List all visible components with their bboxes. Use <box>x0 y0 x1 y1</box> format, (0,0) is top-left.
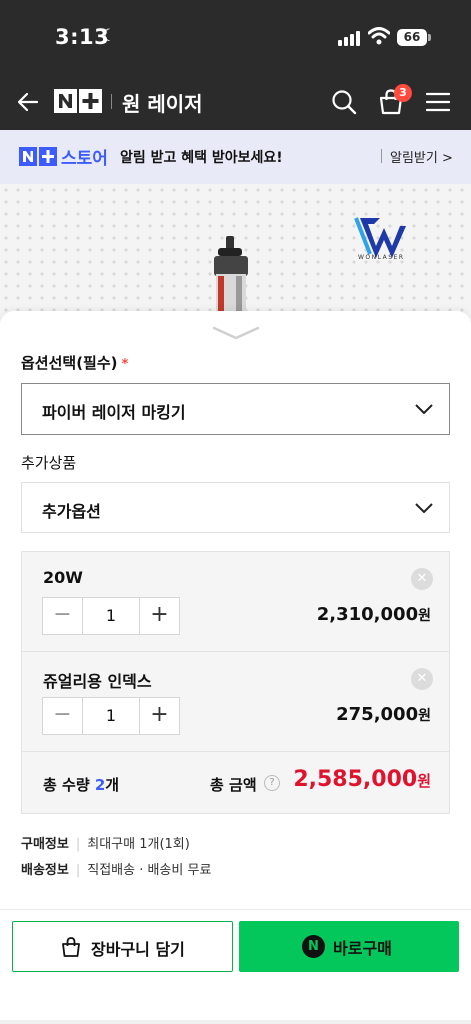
currency-unit: 원 <box>418 608 431 624</box>
order-total: 총 수량 2개 총 금액 ? 2,585,000원 <box>22 753 449 813</box>
buy-now-label: 바로구매 <box>333 939 392 958</box>
qty-value[interactable]: 1 <box>83 598 139 634</box>
battery-tip <box>428 34 431 41</box>
notify-message: 알림 받고 혜택 받아보세요! <box>120 150 283 166</box>
purchase-info: 구매정보 | 최대구매 1개(1회) <box>21 833 190 852</box>
info-key: 구매정보 <box>21 837 69 852</box>
app-header: 원 레이저 3 <box>0 74 471 130</box>
naver-pay-icon: N <box>302 935 325 958</box>
info-value: 직접배송 · 배송비 무료 <box>87 863 212 878</box>
increase-qty-button[interactable]: + <box>139 598 179 634</box>
shopping-bag-icon <box>62 937 80 957</box>
option-select-value: 파이버 레이저 마킹기 <box>42 403 186 422</box>
currency-unit: 원 <box>417 772 431 790</box>
total-qty-suffix: 개 <box>105 776 120 794</box>
add-to-cart-label: 장바구니 담기 <box>91 940 185 959</box>
wifi-icon <box>368 27 390 45</box>
item-name: 20W <box>43 568 83 587</box>
quantity-stepper: − 1 + <box>42 697 180 735</box>
item-price-value: 275,000 <box>336 704 419 725</box>
addon-label: 추가상품 <box>21 454 77 472</box>
selected-item: 쥬얼리용 인덱스 ✕ − 1 + 275,000원 <box>22 652 449 752</box>
item-price-value: 2,310,000 <box>316 604 419 625</box>
required-asterisk: * <box>121 357 129 372</box>
header-divider <box>111 94 112 109</box>
footer-divider <box>0 909 471 910</box>
sheet-collapse-chevron-icon[interactable] <box>212 326 260 340</box>
search-icon[interactable] <box>331 89 357 115</box>
store-title[interactable]: 원 레이저 <box>122 88 203 117</box>
chevron-down-icon <box>415 503 433 513</box>
remove-item-icon[interactable]: ✕ <box>411 668 433 690</box>
bottom-edge <box>0 1020 471 1024</box>
item-name: 쥬얼리용 인덱스 <box>43 672 152 691</box>
selected-items-box: 20W ✕ − 1 + 2,310,000원 쥬얼리용 인덱스 ✕ − 1 + … <box>21 551 450 814</box>
brand-text: WONLASER <box>358 254 405 261</box>
total-amount-value: 2,585,000 <box>293 767 418 792</box>
notify-subscribe-link[interactable]: 알림받기 > <box>390 147 453 166</box>
total-amount-label: 총 금액 <box>210 776 257 794</box>
back-arrow-icon[interactable] <box>16 90 40 114</box>
total-amount: 2,585,000원 <box>293 767 431 792</box>
chevron-down-icon <box>415 404 433 414</box>
info-divider: | <box>75 863 81 878</box>
total-qty-label: 총 수량 <box>43 776 90 794</box>
required-option-label: 옵션선택(필수) * <box>21 352 128 373</box>
product-image: WONLASER <box>0 184 471 324</box>
decrease-qty-button[interactable]: − <box>43 698 83 734</box>
battery-icon: 66 <box>397 29 427 46</box>
total-qty-count: 2 <box>94 776 106 794</box>
total-quantity: 총 수량 2개 <box>43 774 119 795</box>
qty-value[interactable]: 1 <box>83 698 139 734</box>
status-bar: 3:13 ☾ 66 <box>0 0 471 74</box>
quantity-stepper: − 1 + <box>42 597 180 635</box>
info-divider: | <box>75 837 81 852</box>
option-select[interactable]: 파이버 레이저 마킹기 <box>21 383 450 435</box>
required-option-text: 옵션선택(필수) <box>21 354 118 372</box>
decrease-qty-button[interactable]: − <box>43 598 83 634</box>
info-key: 배송정보 <box>21 863 69 878</box>
hamburger-menu-icon[interactable] <box>426 92 450 112</box>
naver-plus-small-logo <box>19 147 57 166</box>
store-notify-banner[interactable]: 스토어 알림 받고 혜택 받아보세요! 알림받기 > <box>0 130 471 184</box>
remove-item-icon[interactable]: ✕ <box>411 568 433 590</box>
shipping-info: 배송정보 | 직접배송 · 배송비 무료 <box>21 859 211 878</box>
item-price: 275,000원 <box>336 704 431 725</box>
help-icon[interactable]: ? <box>264 775 280 791</box>
increase-qty-button[interactable]: + <box>139 698 179 734</box>
cart-count-badge: 3 <box>394 84 412 102</box>
promo-divider <box>381 149 382 163</box>
selected-item: 20W ✕ − 1 + 2,310,000원 <box>22 552 449 652</box>
signal-icon <box>338 30 360 46</box>
currency-unit: 원 <box>418 708 431 724</box>
moon-icon: ☾ <box>101 26 117 46</box>
buy-now-button[interactable]: N 바로구매 <box>239 921 459 972</box>
item-price: 2,310,000원 <box>317 604 431 625</box>
addon-select[interactable]: 추가옵션 <box>21 482 450 533</box>
store-label: 스토어 <box>61 149 108 169</box>
naver-plus-logo[interactable] <box>54 89 102 113</box>
addon-select-value: 추가옵션 <box>42 502 101 521</box>
info-value: 최대구매 1개(1회) <box>87 837 190 852</box>
add-to-cart-button[interactable]: 장바구니 담기 <box>12 921 233 972</box>
wonlaser-logo <box>354 217 406 258</box>
